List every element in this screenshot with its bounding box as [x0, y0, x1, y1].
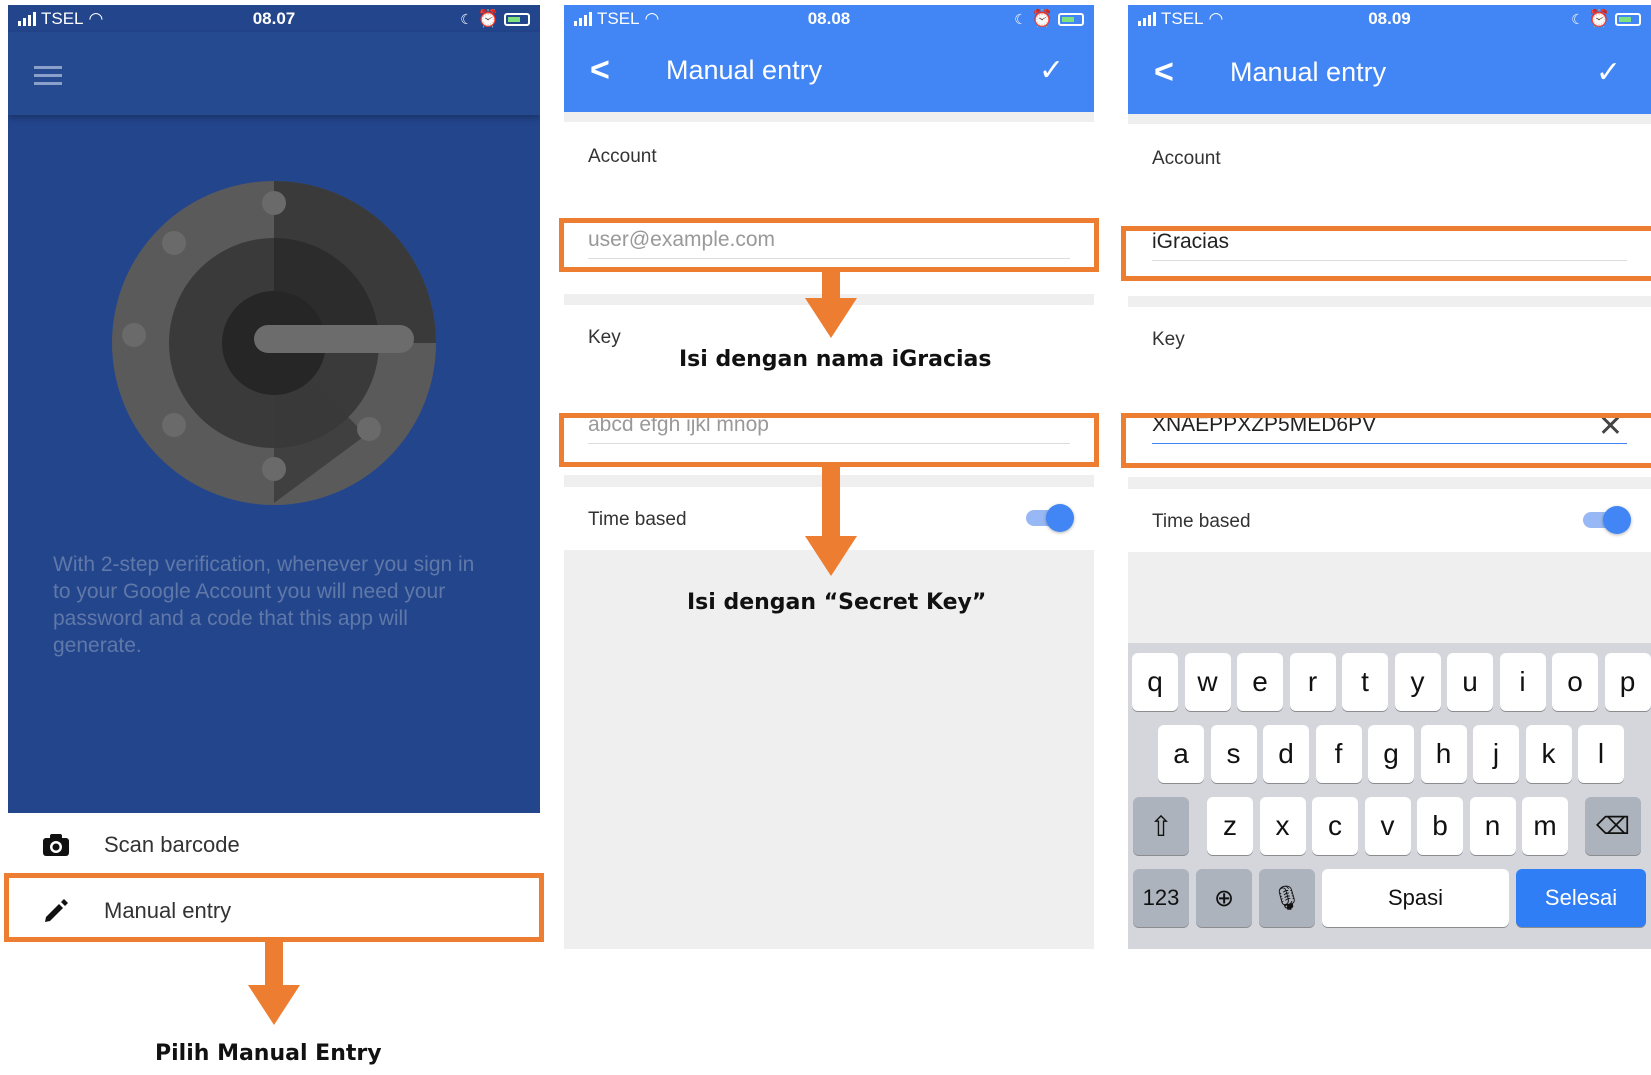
key-f[interactable]: f — [1315, 725, 1362, 783]
key-l[interactable]: l — [1578, 725, 1624, 783]
app-bar — [8, 32, 540, 115]
status-bar: TSEL ◠ 08.07 ☾ ⏰ — [8, 5, 540, 32]
shift-icon: ⇧ — [1149, 810, 1173, 842]
arrow-down-manual-entry — [248, 941, 300, 1026]
key-j[interactable]: j — [1473, 725, 1519, 783]
key-t[interactable]: t — [1342, 653, 1388, 711]
key-i[interactable]: i — [1499, 653, 1546, 711]
key-z[interactable]: z — [1207, 797, 1253, 855]
key-d[interactable]: d — [1263, 725, 1309, 783]
alarm-icon: ⏰ — [1588, 9, 1610, 28]
globe-key[interactable]: ⊕ — [1196, 869, 1252, 927]
key-q[interactable]: q — [1132, 653, 1178, 711]
key-label: Key — [1152, 329, 1185, 350]
key-g[interactable]: g — [1368, 725, 1414, 783]
key-y[interactable]: y — [1394, 653, 1441, 711]
highlight-key-filled — [1121, 413, 1651, 468]
highlight-key-input — [559, 413, 1099, 467]
battery-icon — [1615, 12, 1641, 26]
time-based-toggle[interactable] — [1026, 504, 1074, 532]
keyboard-row-2: asdfghjkl — [1128, 725, 1651, 783]
app-bar: TSEL ◠ 08.08 ☾ ⏰ < Manual entry ✓ — [564, 5, 1094, 112]
hamburger-menu-icon[interactable] — [34, 66, 62, 90]
done-key[interactable]: Selesai — [1516, 869, 1646, 927]
key-label: Key — [588, 327, 621, 348]
space-key[interactable]: Spasi — [1322, 869, 1509, 927]
key-s[interactable]: s — [1210, 725, 1257, 783]
arrow-down-account — [805, 270, 857, 340]
status-bar: TSEL ◠ 08.08 ☾ ⏰ — [564, 5, 1094, 32]
highlight-account-input — [559, 218, 1099, 272]
alarm-icon: ⏰ — [1031, 9, 1053, 28]
phone-screen-manual-entry-filled: TSEL ◠ 08.09 ☾ ⏰ < Manual entry ✓ Account … — [1128, 5, 1651, 949]
time-based-label: Time based — [1152, 511, 1251, 532]
annotation-fill-secret-key: Isi dengan “Secret Key” — [687, 590, 987, 615]
key-k[interactable]: k — [1525, 725, 1572, 783]
key-v[interactable]: v — [1364, 797, 1411, 855]
camera-icon — [8, 833, 104, 857]
key-n[interactable]: n — [1469, 797, 1516, 855]
time-based-label: Time based — [588, 509, 687, 530]
onscreen-keyboard: qwertyuiop asdfghjkl ⇧ ⌫ zxcvbnm 123 ⊕ 🎙… — [1128, 643, 1651, 949]
key-h[interactable]: h — [1420, 725, 1467, 783]
shift-key[interactable]: ⇧ — [1133, 797, 1189, 855]
keyboard-row-1: qwertyuiop — [1128, 653, 1651, 711]
checkmark-icon[interactable]: ✓ — [1039, 53, 1064, 88]
scan-barcode-label: Scan barcode — [104, 832, 240, 857]
back-arrow-icon[interactable]: < — [590, 51, 610, 90]
globe-icon: ⊕ — [1213, 884, 1235, 912]
annotation-fill-igracias: Isi dengan nama iGracias — [679, 347, 992, 372]
battery-icon — [1058, 12, 1084, 26]
moon-icon: ☾ — [1571, 10, 1584, 27]
moon-icon: ☾ — [1014, 10, 1027, 27]
keyboard-row-3: ⇧ ⌫ zxcvbnm — [1128, 797, 1651, 855]
page-title: Manual entry — [1230, 57, 1387, 87]
key-a[interactable]: a — [1158, 725, 1204, 783]
key-e[interactable]: e — [1237, 653, 1283, 711]
intro-text: With 2-step verification, whenever you s… — [53, 553, 475, 657]
highlight-manual-entry — [4, 873, 544, 942]
key-m[interactable]: m — [1522, 797, 1568, 855]
time-based-row: Time based — [1128, 489, 1651, 552]
checkmark-icon[interactable]: ✓ — [1596, 55, 1621, 90]
authenticator-logo — [112, 181, 436, 505]
key-o[interactable]: o — [1552, 653, 1598, 711]
key-u[interactable]: u — [1447, 653, 1493, 711]
time-based-toggle[interactable] — [1583, 506, 1631, 534]
key-b[interactable]: b — [1417, 797, 1463, 855]
moon-icon: ☾ — [460, 10, 473, 27]
key-x[interactable]: x — [1259, 797, 1306, 855]
scan-barcode-item[interactable]: Scan barcode — [8, 811, 540, 879]
backspace-key[interactable]: ⌫ — [1585, 797, 1641, 855]
highlight-account-filled — [1121, 226, 1651, 281]
key-p[interactable]: p — [1604, 653, 1651, 711]
account-label: Account — [1152, 148, 1221, 169]
microphone-icon: 🎙 — [1271, 884, 1303, 912]
page-title: Manual entry — [666, 55, 823, 85]
keyboard-row-4: 123 ⊕ 🎙 Spasi Selesai — [1128, 869, 1651, 927]
account-label: Account — [588, 146, 657, 167]
battery-icon — [504, 12, 530, 26]
status-bar: TSEL ◠ 08.09 ☾ ⏰ — [1128, 5, 1651, 32]
key-w[interactable]: w — [1184, 653, 1231, 711]
microphone-key[interactable]: 🎙 — [1259, 869, 1315, 927]
key-c[interactable]: c — [1312, 797, 1358, 855]
back-arrow-icon[interactable]: < — [1154, 53, 1174, 92]
annotation-choose-manual-entry: Pilih Manual Entry — [155, 1041, 382, 1066]
app-bar: TSEL ◠ 08.09 ☾ ⏰ < Manual entry ✓ — [1128, 5, 1651, 114]
arrow-down-key — [805, 466, 857, 577]
numbers-key[interactable]: 123 — [1133, 869, 1189, 927]
backspace-icon: ⌫ — [1596, 812, 1630, 840]
key-r[interactable]: r — [1289, 653, 1336, 711]
alarm-icon: ⏰ — [477, 9, 499, 28]
